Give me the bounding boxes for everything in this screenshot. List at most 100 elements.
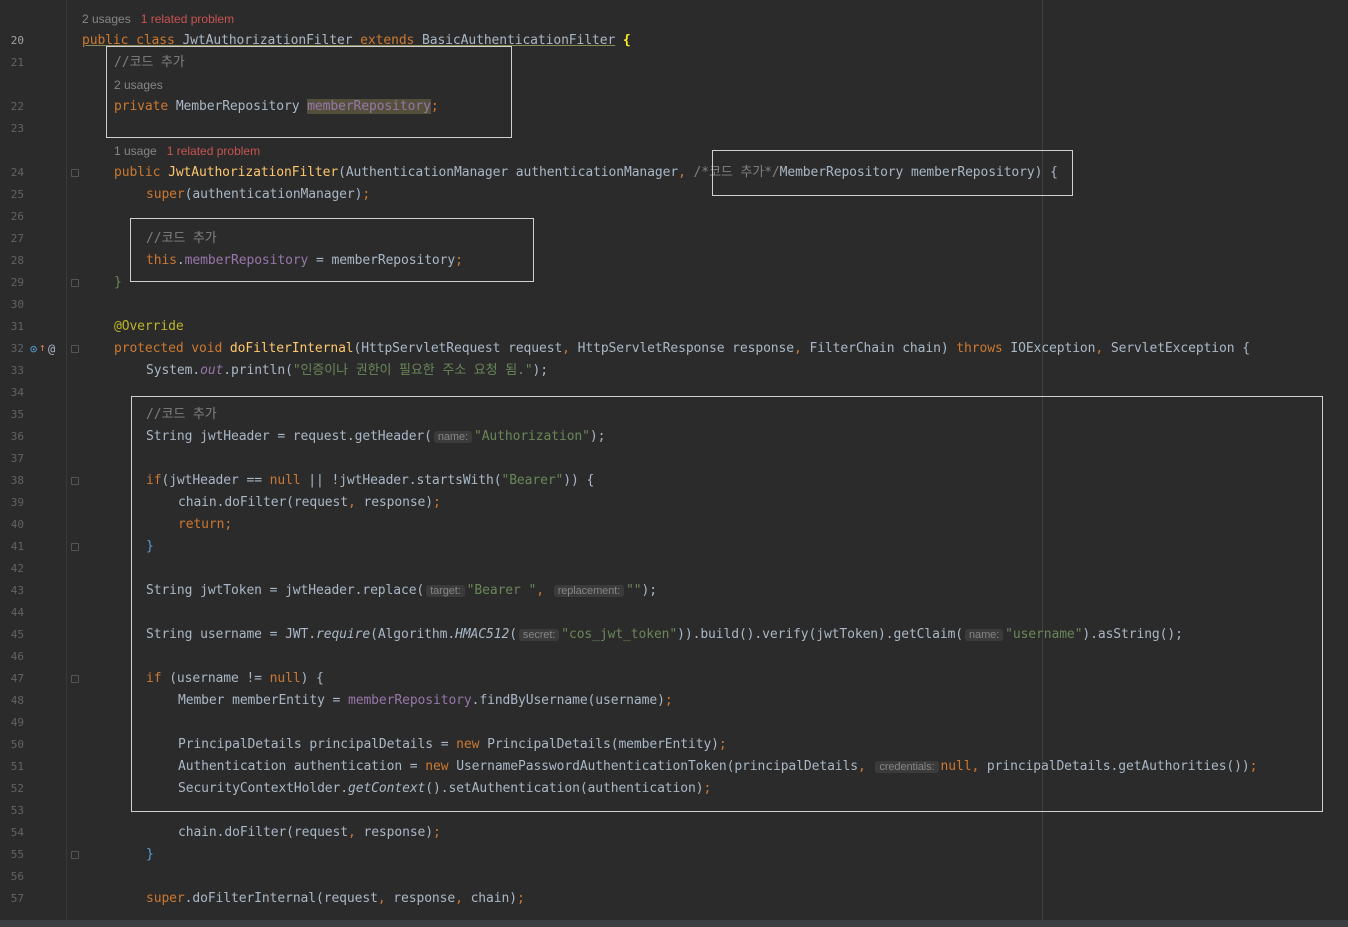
args: (authenticationManager) <box>184 187 363 202</box>
code-line-25[interactable]: super(authenticationManager); <box>146 184 370 206</box>
class-usage-hint[interactable]: 2 usages 1 related problem <box>82 8 234 30</box>
line-number[interactable]: 45 <box>0 624 24 646</box>
brace: } <box>114 275 122 290</box>
line-number[interactable]: 56 <box>0 866 24 888</box>
line-number[interactable]: 41 <box>0 536 24 558</box>
fold-marker[interactable] <box>71 169 79 177</box>
brace: { <box>615 33 631 48</box>
highlight-box-ctor-param <box>712 150 1073 196</box>
comma: , <box>678 165 694 180</box>
fold-marker[interactable] <box>71 279 79 287</box>
related-problem-label[interactable]: 1 related problem <box>141 12 234 26</box>
usages-label[interactable]: 1 usage <box>114 144 157 158</box>
line-number[interactable]: 48 <box>0 690 24 712</box>
horizontal-scrollbar[interactable] <box>0 920 1348 927</box>
fold-marker[interactable] <box>71 477 79 485</box>
static-field: out <box>200 363 224 378</box>
comma: , <box>1095 341 1111 356</box>
line-number[interactable]: 31 <box>0 316 24 338</box>
line-number[interactable]: 51 <box>0 756 24 778</box>
highlight-box-field <box>106 46 512 138</box>
keyword: public <box>114 165 169 180</box>
semicolon: ; <box>433 825 441 840</box>
code-line-29[interactable]: } <box>114 272 122 294</box>
code-line-33[interactable]: System.out.println("인증이나 권한이 필요한 주소 요청 됨… <box>146 360 548 382</box>
keyword: throws <box>956 341 1011 356</box>
string-literal: "인증이나 권한이 필요한 주소 요청 됨." <box>292 363 533 378</box>
arg: response <box>393 891 456 906</box>
line-number[interactable]: 33 <box>0 360 24 382</box>
fold-marker[interactable] <box>71 851 79 859</box>
line-number[interactable]: 26 <box>0 206 24 228</box>
exception: IOException <box>1010 341 1096 356</box>
line-number[interactable]: 23 <box>0 118 24 140</box>
line-number[interactable]: 21 <box>0 52 24 74</box>
line-number[interactable]: 49 <box>0 712 24 734</box>
code-line-32[interactable]: protected void doFilterInternal(HttpServ… <box>114 338 1250 360</box>
highlight-box-filter-body <box>131 396 1323 812</box>
comma: , <box>562 341 578 356</box>
method-call: .println( <box>223 363 293 378</box>
annotation: @Override <box>114 319 184 334</box>
highlight-box-assign <box>130 218 534 282</box>
semicolon: ; <box>516 891 525 906</box>
line-number[interactable]: 27 <box>0 228 24 250</box>
line-number[interactable]: 50 <box>0 734 24 756</box>
method-name: doFilterInternal <box>229 341 354 356</box>
line-number[interactable]: 44 <box>0 602 24 624</box>
line-number[interactable]: 52 <box>0 778 24 800</box>
ctor-usage-hint[interactable]: 1 usage 1 related problem <box>114 140 260 162</box>
method-call: chain.doFilter(request <box>178 825 348 840</box>
comma: , <box>794 341 810 356</box>
up-arrow-icon[interactable]: ↑ <box>39 337 46 359</box>
line-number[interactable]: 46 <box>0 646 24 668</box>
line-number[interactable]: 22 <box>0 96 24 118</box>
line-number[interactable]: 30 <box>0 294 24 316</box>
comma: , <box>348 825 364 840</box>
override-implement-icon[interactable]: ⊙ <box>30 338 37 360</box>
line-number[interactable]: 53 <box>0 800 24 822</box>
line-number[interactable]: 24 <box>0 162 24 184</box>
fold-marker[interactable] <box>71 345 79 353</box>
line-number[interactable]: 38 <box>0 470 24 492</box>
line-number[interactable]: 42 <box>0 558 24 580</box>
param: (HttpServletRequest request <box>353 341 563 356</box>
line-number[interactable]: 35 <box>0 404 24 426</box>
comma: , <box>455 891 471 906</box>
semicolon: ; <box>362 187 371 202</box>
arg: chain) <box>470 891 517 906</box>
arg: response) <box>363 825 434 840</box>
param: FilterChain chain) <box>809 341 957 356</box>
fold-marker[interactable] <box>71 543 79 551</box>
line-number[interactable]: 57 <box>0 888 24 910</box>
keyword: super <box>146 891 185 906</box>
line-number[interactable]: 36 <box>0 426 24 448</box>
line-number[interactable]: 43 <box>0 580 24 602</box>
line-number[interactable]: 39 <box>0 492 24 514</box>
line-number[interactable]: 20 <box>0 30 24 52</box>
usages-label[interactable]: 2 usages <box>82 12 131 26</box>
comma: , <box>377 891 394 906</box>
related-problem-label[interactable]: 1 related problem <box>167 144 260 158</box>
line-number[interactable]: 34 <box>0 382 24 404</box>
line-number[interactable]: 25 <box>0 184 24 206</box>
line-number[interactable]: 55 <box>0 844 24 866</box>
code-line-55[interactable]: } <box>146 844 154 866</box>
code-line-54[interactable]: chain.doFilter(request, response); <box>178 822 441 844</box>
method-call: .doFilterInternal(request <box>184 891 378 906</box>
line-number[interactable]: 32 <box>0 338 24 360</box>
fold-marker[interactable] <box>71 675 79 683</box>
keyword: super <box>146 187 185 202</box>
code-line-57[interactable]: super.doFilterInternal(request, response… <box>146 888 525 910</box>
line-number[interactable]: 37 <box>0 448 24 470</box>
line-number[interactable]: 54 <box>0 822 24 844</box>
code-line-31[interactable]: @Override <box>114 316 184 338</box>
gutter-separator <box>66 0 67 920</box>
line-number[interactable]: 28 <box>0 250 24 272</box>
exception: ServletException { <box>1110 341 1250 356</box>
line-number[interactable]: 47 <box>0 668 24 690</box>
paren: ); <box>532 363 549 378</box>
at-sign-icon[interactable]: @ <box>48 338 55 360</box>
line-number[interactable]: 29 <box>0 272 24 294</box>
line-number[interactable]: 40 <box>0 514 24 536</box>
